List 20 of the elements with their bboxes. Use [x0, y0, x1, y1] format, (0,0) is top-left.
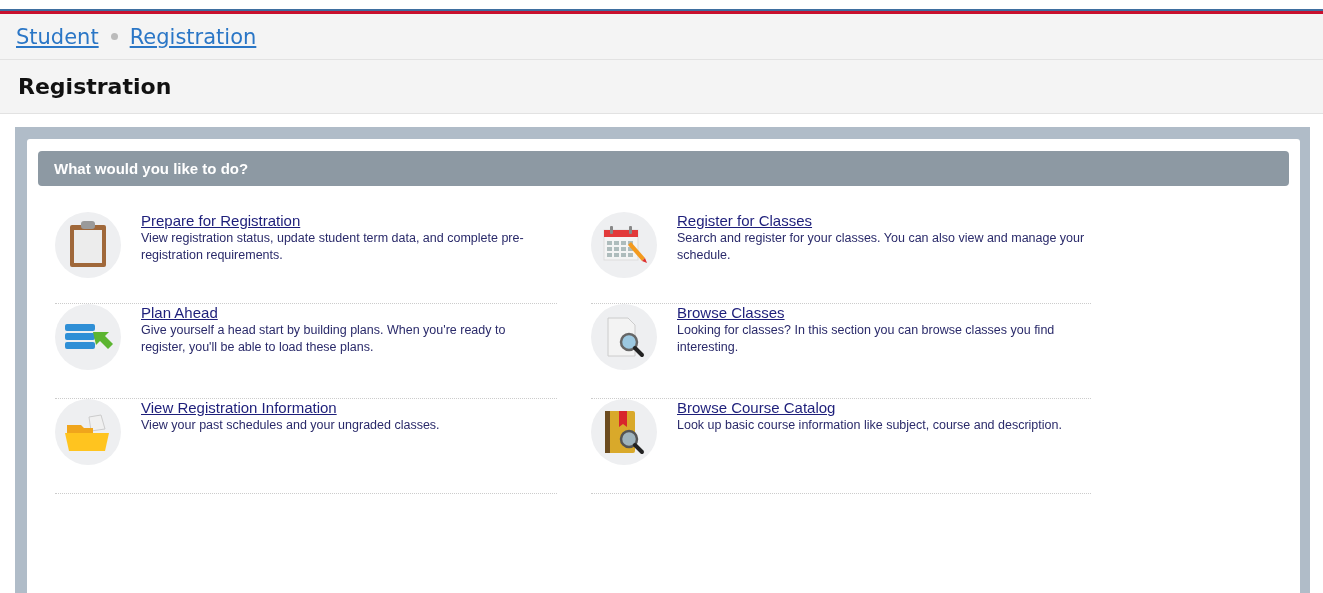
action-link[interactable]: Prepare for Registration [141, 212, 301, 230]
action-link[interactable]: Browse Course Catalog [677, 399, 836, 417]
action-description: Give yourself a head start by building plans. When you're ready to register, you'll be able to load these plans. [141, 322, 507, 356]
action-description: View registration status, update student term data, and complete pre-registration requirements. [141, 230, 525, 264]
action-description: Looking for classes? In this section you can browse classes you find interesting. [677, 322, 1056, 356]
action-description: Look up basic course information like subject, course and description. [677, 417, 1063, 434]
action-link[interactable]: Register for Classes [677, 212, 813, 230]
action-link[interactable]: Browse Classes [677, 304, 785, 322]
panel-heading: What would you like to do? [38, 151, 1289, 186]
page-title: Registration [18, 74, 172, 99]
action-link[interactable]: Plan Ahead [141, 304, 218, 322]
breadcrumb-link[interactable]: Registration [129, 24, 257, 49]
clipboard-icon [55, 212, 121, 278]
breadcrumb-separator-icon [110, 33, 118, 40]
action-description: Search and register for your classes. You can also view and manage your schedule. [677, 230, 1086, 264]
breadcrumb-link[interactable]: Student [16, 24, 99, 49]
calendar-pencil-icon [591, 212, 657, 278]
action-link[interactable]: View Registration Information [141, 399, 337, 417]
action-description: View your past schedules and your ungraded classes. [141, 417, 441, 434]
book-magnifier-icon [591, 399, 657, 465]
